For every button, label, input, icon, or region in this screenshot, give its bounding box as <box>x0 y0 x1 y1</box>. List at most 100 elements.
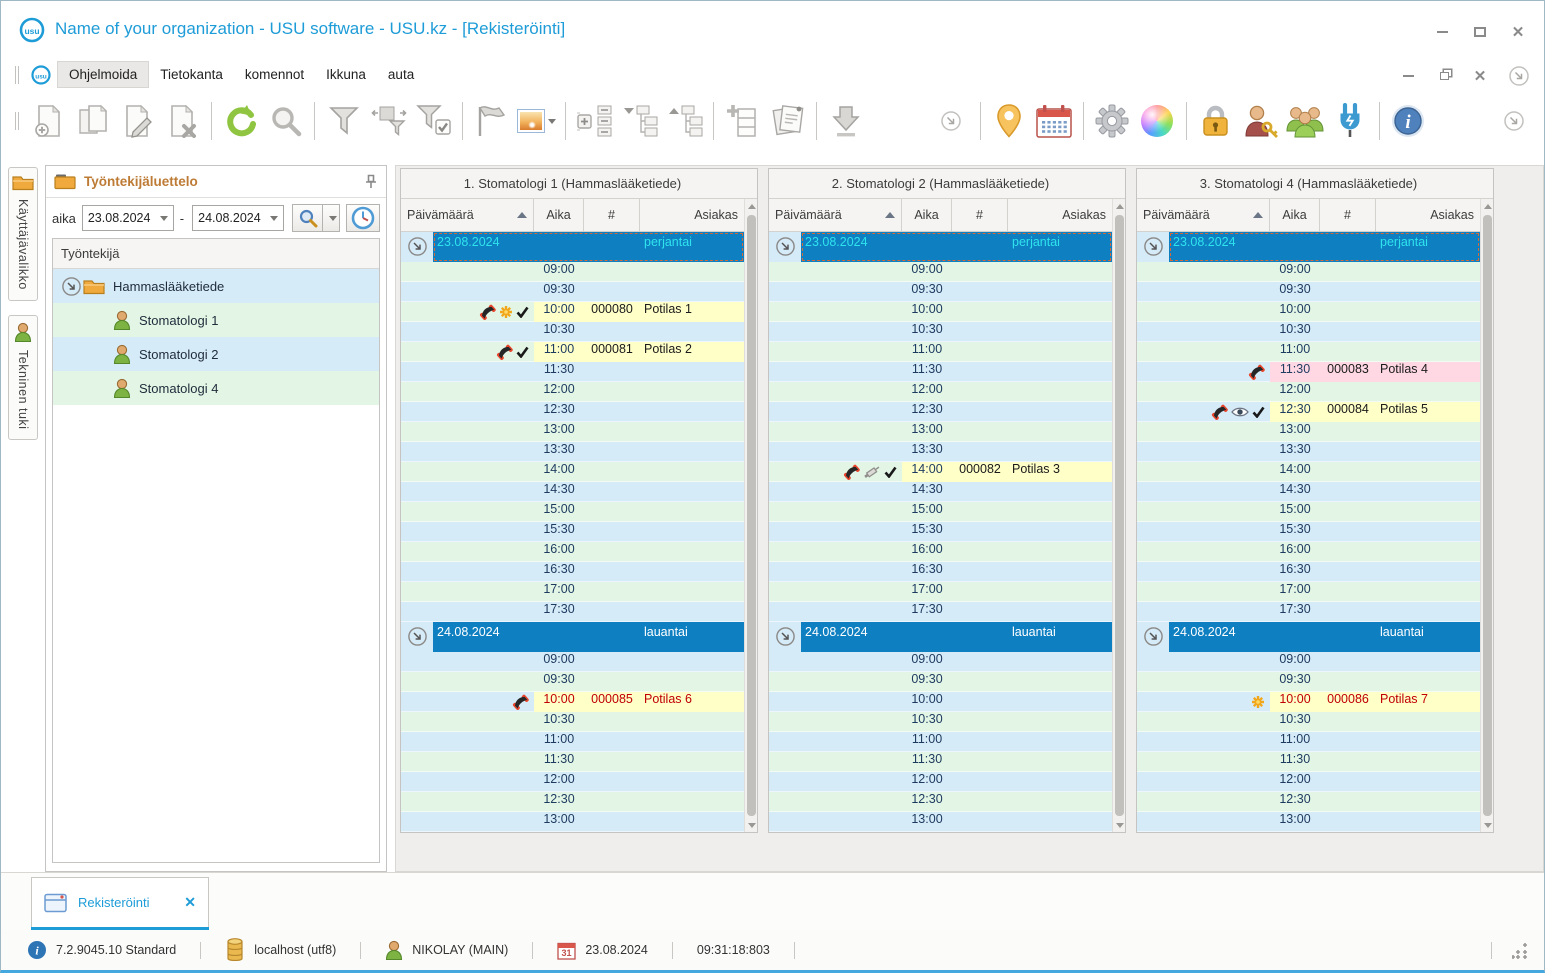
search-icon[interactable] <box>263 98 308 144</box>
gear-icon[interactable] <box>1090 98 1135 144</box>
appointment-cells[interactable]: 12:30 000084 Potilas 5 <box>1270 402 1480 422</box>
doc-edit-icon[interactable] <box>115 98 160 144</box>
empty-slot-cells[interactable]: 12:30 <box>534 402 744 422</box>
empty-slot-cells[interactable]: 11:00 <box>1270 732 1480 752</box>
time-slot-row[interactable]: 10:00 <box>769 692 1112 712</box>
time-slot-row[interactable]: 12:30 000084 Potilas 5 <box>1137 402 1480 422</box>
sidebar-tab-kayttajavalikko[interactable]: Käyttäjävalikko <box>8 167 38 301</box>
user-group-icon[interactable] <box>1283 98 1328 144</box>
clock-button[interactable] <box>346 204 381 232</box>
time-slot-row[interactable]: 14:30 <box>401 482 744 502</box>
doc-copy-icon[interactable] <box>70 98 115 144</box>
time-slot-row[interactable]: 17:00 <box>1137 582 1480 602</box>
empty-slot-cells[interactable]: 16:30 <box>534 562 744 582</box>
time-slot-row[interactable]: 10:30 <box>769 322 1112 342</box>
empty-slot-cells[interactable]: 11:30 <box>902 362 1112 382</box>
time-slot-row[interactable]: 12:00 <box>769 382 1112 402</box>
empty-slot-cells[interactable]: 11:30 <box>534 362 744 382</box>
empty-slot-cells[interactable]: 13:00 <box>534 812 744 832</box>
day-header-bar[interactable]: 23.08.2024 perjantai <box>801 232 1112 262</box>
toolbar-grip[interactable] <box>15 112 19 130</box>
time-slot-row[interactable]: 13:00 <box>1137 422 1480 442</box>
time-slot-row[interactable]: 12:30 <box>769 402 1112 422</box>
empty-slot-cells[interactable]: 17:00 <box>534 582 744 602</box>
scroll-up-icon[interactable] <box>1113 199 1126 213</box>
appointment-cells[interactable]: 11:30 000083 Potilas 4 <box>1270 362 1480 382</box>
column-header-number[interactable]: # <box>584 199 640 231</box>
empty-slot-cells[interactable]: 11:30 <box>902 752 1112 772</box>
date-to-dropdown-icon[interactable] <box>270 215 279 221</box>
time-slot-row[interactable]: 16:00 <box>401 542 744 562</box>
filter-icon[interactable] <box>321 98 366 144</box>
time-slot-row[interactable]: 12:30 <box>1137 792 1480 812</box>
scroll-up-icon[interactable] <box>1481 199 1494 213</box>
empty-slot-cells[interactable]: 11:00 <box>902 342 1112 362</box>
refresh-icon[interactable] <box>218 98 263 144</box>
empty-slot-cells[interactable]: 12:30 <box>1270 792 1480 812</box>
time-slot-row[interactable]: 09:00 <box>769 262 1112 282</box>
date-to-input[interactable]: 24.08.2024 <box>192 205 285 231</box>
time-slot-row[interactable]: 12:30 <box>769 792 1112 812</box>
time-slot-row[interactable]: 09:30 <box>769 282 1112 302</box>
time-slot-row[interactable]: 15:30 <box>1137 522 1480 542</box>
time-slot-row[interactable]: 11:00 <box>769 342 1112 362</box>
scrollbar-thumb[interactable] <box>1482 215 1492 816</box>
tree-item-stomatologi-2[interactable]: Stomatologi 2 <box>53 337 379 371</box>
search-dropdown-button[interactable] <box>322 204 341 232</box>
time-slot-row[interactable]: 13:30 <box>1137 442 1480 462</box>
doc-delete-icon[interactable] <box>160 98 205 144</box>
time-slot-row[interactable]: 12:00 <box>769 772 1112 792</box>
time-slot-row[interactable]: 17:30 <box>1137 602 1480 622</box>
user-key-icon[interactable] <box>1238 98 1283 144</box>
empty-slot-cells[interactable]: 13:00 <box>902 422 1112 442</box>
flag-icon[interactable] <box>469 98 514 144</box>
empty-slot-cells[interactable]: 12:00 <box>902 382 1112 402</box>
time-slot-row[interactable]: 09:30 <box>401 282 744 302</box>
time-slot-row[interactable]: 09:00 <box>401 262 744 282</box>
menu-item-ohjelmoida[interactable]: Ohjelmoida <box>57 61 150 88</box>
time-slot-row[interactable]: 10:00 000086 Potilas 7 <box>1137 692 1480 712</box>
time-slot-row[interactable]: 10:00 <box>769 302 1112 322</box>
collapse-icon[interactable] <box>407 236 428 257</box>
appointment-cells[interactable]: 14:00 000082 Potilas 3 <box>902 462 1112 482</box>
empty-slot-cells[interactable]: 12:30 <box>902 792 1112 812</box>
empty-slot-cells[interactable]: 17:30 <box>534 602 744 622</box>
empty-slot-cells[interactable]: 10:30 <box>1270 712 1480 732</box>
empty-slot-cells[interactable]: 16:30 <box>1270 562 1480 582</box>
scroll-down-icon[interactable] <box>1481 818 1494 832</box>
empty-slot-cells[interactable]: 10:00 <box>902 692 1112 712</box>
empty-slot-cells[interactable]: 15:30 <box>902 522 1112 542</box>
time-slot-row[interactable]: 10:30 <box>1137 712 1480 732</box>
empty-slot-cells[interactable]: 12:00 <box>902 772 1112 792</box>
column-header-asiakas[interactable]: Asiakas <box>1376 199 1480 231</box>
time-slot-row[interactable]: 15:00 <box>401 502 744 522</box>
time-slot-row[interactable]: 12:30 <box>401 792 744 812</box>
menu-item-ikkuna[interactable]: Ikkuna <box>315 62 377 87</box>
empty-slot-cells[interactable]: 10:00 <box>902 302 1112 322</box>
empty-slot-cells[interactable]: 15:00 <box>902 502 1112 522</box>
empty-slot-cells[interactable]: 11:30 <box>534 752 744 772</box>
scroll-down-icon[interactable] <box>1113 818 1126 832</box>
column-header-paivamaara[interactable]: Päivämäärä <box>769 199 902 231</box>
time-slot-row[interactable]: 13:00 <box>769 812 1112 832</box>
day-header-bar[interactable]: 24.08.2024 lauantai <box>433 622 744 652</box>
collapse-icon[interactable] <box>1143 236 1164 257</box>
pushpin-icon[interactable] <box>364 174 378 189</box>
collapse-icon[interactable] <box>775 236 796 257</box>
empty-slot-cells[interactable]: 13:30 <box>1270 442 1480 462</box>
menu-item-komennot[interactable]: komennot <box>234 62 315 87</box>
day-header-bar[interactable]: 24.08.2024 lauantai <box>801 622 1112 652</box>
empty-slot-cells[interactable]: 14:00 <box>1270 462 1480 482</box>
column-header-aika[interactable]: Aika <box>1270 199 1320 231</box>
empty-slot-cells[interactable]: 10:30 <box>534 322 744 342</box>
empty-slot-cells[interactable]: 10:30 <box>1270 322 1480 342</box>
empty-slot-cells[interactable]: 09:30 <box>1270 672 1480 692</box>
employee-tree-header[interactable]: Työntekijä <box>53 239 379 269</box>
time-slot-row[interactable]: 17:00 <box>401 582 744 602</box>
time-slot-row[interactable]: 12:00 <box>1137 382 1480 402</box>
column-header-aika[interactable]: Aika <box>902 199 952 231</box>
empty-slot-cells[interactable]: 10:30 <box>902 712 1112 732</box>
lock-icon[interactable] <box>1193 98 1238 144</box>
empty-slot-cells[interactable]: 11:00 <box>534 732 744 752</box>
time-slot-row[interactable]: 12:30 <box>401 402 744 422</box>
